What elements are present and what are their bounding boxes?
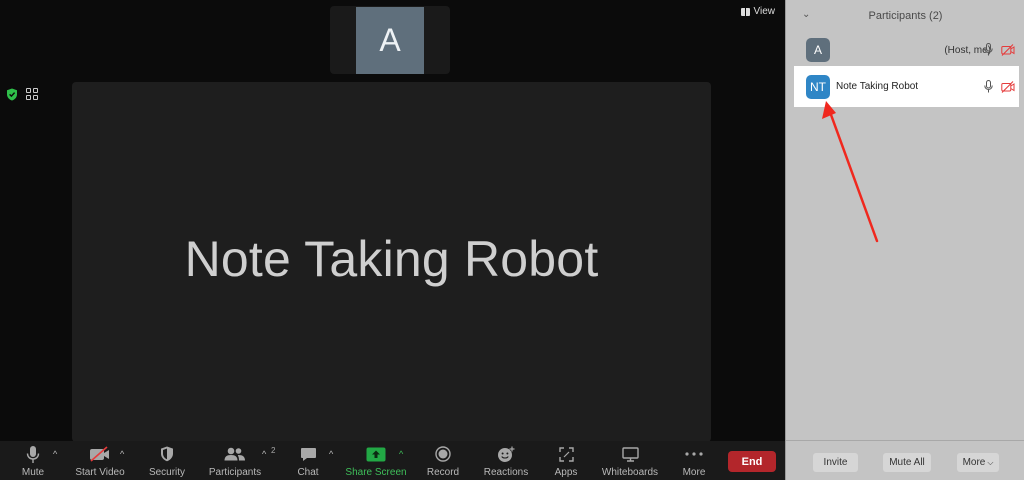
layout-cell <box>26 88 31 93</box>
thumbnail-initial: A <box>379 22 401 58</box>
panel-footer: Invite Mute All More ⌵ <box>786 440 1024 480</box>
avatar: A <box>806 38 830 62</box>
chevron-down-icon: ⌵ <box>987 457 994 467</box>
video-options-caret[interactable]: ^ <box>120 449 124 459</box>
participant-row-note-taking-robot[interactable]: NT Note Taking Robot <box>794 66 1019 107</box>
microphone-icon <box>26 445 40 463</box>
whiteboard-icon <box>621 446 639 462</box>
avatar-initials: NT <box>810 79 826 94</box>
layout-grid-icon[interactable] <box>26 88 38 100</box>
apps-icon <box>558 446 574 462</box>
meeting-toolbar: Mute ^ Start Video ^ Security 2 Particip… <box>0 441 785 480</box>
participant-row-host[interactable]: A (Host, me) <box>794 31 1019 69</box>
avatar: NT <box>806 74 830 99</box>
audio-options-caret[interactable]: ^ <box>53 449 57 459</box>
record-icon <box>435 446 451 462</box>
panel-more-label: More <box>962 457 986 468</box>
record-button[interactable]: Record <box>408 444 478 478</box>
chat-label: Chat <box>297 467 319 478</box>
participants-panel: ⌄ Participants (2) A (Host, me) NT Note … <box>785 0 1024 480</box>
record-label: Record <box>426 467 460 478</box>
microphone-icon[interactable] <box>984 43 993 56</box>
reactions-label: Reactions <box>483 467 529 478</box>
participants-button[interactable]: 2 Participants <box>200 444 276 478</box>
active-speaker-tile[interactable]: Note Taking Robot <box>72 82 711 442</box>
zoom-meeting-window: View A Note Taking Robot Mute ^ Start Vi… <box>0 0 1024 480</box>
layout-cell <box>26 95 31 100</box>
security-shield-icon <box>161 446 173 462</box>
more-button[interactable]: More <box>659 444 729 478</box>
view-grid-icon <box>740 7 750 16</box>
share-screen-icon <box>366 447 386 461</box>
view-button[interactable]: View <box>740 6 776 17</box>
encryption-shield-icon[interactable] <box>6 88 18 101</box>
participant-controls <box>984 43 1015 56</box>
apps-button[interactable]: Apps <box>531 444 601 478</box>
mute-all-button[interactable]: Mute All <box>883 453 931 472</box>
layout-cell <box>33 95 38 100</box>
video-off-icon <box>90 446 109 462</box>
view-label: View <box>753 6 776 17</box>
whiteboards-label: Whiteboards <box>601 467 659 478</box>
active-speaker-name: Note Taking Robot <box>184 231 599 287</box>
start-video-label: Start Video <box>75 467 125 478</box>
panel-more-button[interactable]: More ⌵ <box>957 453 999 472</box>
more-dots-icon <box>685 452 703 456</box>
end-meeting-button[interactable]: End <box>728 451 776 472</box>
avatar-initials: A <box>813 43 822 57</box>
mute-button[interactable]: Mute <box>0 444 68 478</box>
apps-label: Apps <box>554 467 578 478</box>
chat-options-caret[interactable]: ^ <box>329 449 333 459</box>
video-off-icon[interactable] <box>1001 43 1015 56</box>
panel-header: ⌄ Participants (2) <box>786 0 1024 32</box>
security-label: Security <box>148 467 186 478</box>
panel-title: Participants (2) <box>868 10 943 22</box>
mute-label: Mute <box>21 467 45 478</box>
participant-controls <box>984 80 1015 93</box>
share-screen-label: Share Screen <box>345 467 407 478</box>
participants-icon <box>224 447 245 461</box>
share-options-caret[interactable]: ^ <box>399 449 403 459</box>
meeting-area: View A Note Taking Robot Mute ^ Start Vi… <box>0 0 785 480</box>
video-off-icon[interactable] <box>1001 80 1015 93</box>
microphone-icon[interactable] <box>984 80 993 93</box>
more-label: More <box>682 467 706 478</box>
security-button[interactable]: Security <box>132 444 202 478</box>
thumbnail-strip: A <box>330 6 450 74</box>
whiteboards-button[interactable]: Whiteboards <box>595 444 665 478</box>
participants-label: Participants <box>208 467 262 478</box>
invite-button[interactable]: Invite <box>813 453 858 472</box>
start-video-button[interactable]: Start Video <box>65 444 135 478</box>
reactions-emoji-icon <box>498 446 515 462</box>
participants-options-caret[interactable]: ^ <box>262 449 266 459</box>
chat-bubble-icon <box>300 447 316 461</box>
participant-thumbnail[interactable]: A <box>356 7 424 74</box>
layout-cell <box>33 88 38 93</box>
